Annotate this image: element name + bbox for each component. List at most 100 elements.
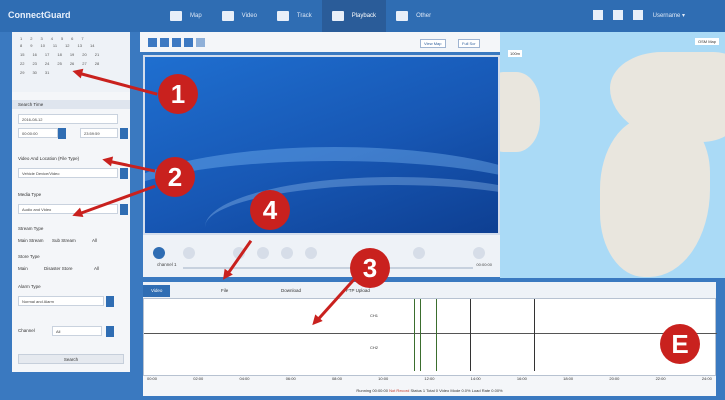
tab-download[interactable]: Download	[273, 285, 309, 297]
status-bar: Running 00:00:00 Not Record Status 1 Tot…	[143, 384, 716, 396]
nav-video[interactable]: Video	[212, 0, 267, 32]
timeline-ch2: CH2	[370, 345, 379, 350]
layout-16-icon[interactable]	[184, 38, 193, 47]
recording-timeline[interactable]: CH1 CH2	[143, 298, 717, 376]
axis-tick: 04:00	[239, 376, 250, 381]
start-time-field[interactable]: 00:00:00	[18, 128, 58, 138]
layout-4-icon[interactable]	[160, 38, 169, 47]
player-controls: channel 1 00:00:00	[143, 235, 500, 277]
store-opt-all[interactable]: All	[94, 266, 99, 271]
video-icon	[221, 11, 234, 21]
callout-3: 3	[350, 248, 390, 288]
store-opt-disaster[interactable]: Disaster Store	[44, 266, 73, 271]
stream-opt-sub[interactable]: Sub Stream	[52, 238, 76, 243]
store-type-label: Store Type	[18, 254, 40, 259]
user-icon	[632, 10, 643, 20]
alarm-type-select[interactable]: Normal and Alarm	[18, 296, 104, 306]
nav-other-label: Other	[416, 13, 432, 19]
video-toolbar: View Map Full Scr	[140, 32, 500, 52]
axis-tick: 16:00	[516, 376, 527, 381]
full-screen-button[interactable]: Full Scr	[458, 39, 480, 48]
play-icon[interactable]	[153, 247, 165, 259]
fast-icon[interactable]	[281, 247, 293, 259]
media-dropdown-button[interactable]	[120, 204, 128, 215]
store-opt-main[interactable]: Main	[18, 266, 28, 271]
end-time-field[interactable]: 23:59:59	[80, 128, 118, 138]
main-nav: Map Video Track Playback Other	[160, 0, 441, 32]
layout-more-icon[interactable]	[196, 38, 205, 47]
nav-map-label: Map	[190, 13, 202, 19]
app-brand: ConnectGuard	[8, 10, 71, 20]
map-type-dropdown[interactable]: OSM Map	[694, 38, 719, 45]
layout-1-icon[interactable]	[148, 38, 157, 47]
status-record: Not Record	[389, 388, 410, 393]
stream-opt-all[interactable]: All	[92, 238, 97, 243]
axis-tick: 18:00	[563, 376, 574, 381]
nav-playback-label: Playback	[351, 13, 377, 19]
search-time-header: Search Time	[12, 100, 130, 109]
user-menu[interactable]: Username ▾	[653, 12, 685, 19]
stream-type-label: Stream Type	[18, 226, 44, 231]
channel-field[interactable]: All	[52, 326, 102, 336]
end-time-spinner[interactable]	[120, 128, 128, 139]
fullscreen-icon[interactable]	[473, 247, 485, 259]
settings-icon[interactable]	[612, 10, 623, 20]
callout-4: 4	[250, 190, 290, 230]
progress-bar[interactable]	[183, 267, 473, 269]
top-navigation-bar: ConnectGuard Map Video Track Playback Ot…	[0, 0, 725, 32]
nav-playback[interactable]: Playback	[321, 0, 387, 32]
axis-tick: 00:00	[147, 376, 158, 381]
axis-tick: 24:00	[701, 376, 712, 381]
date-field[interactable]: 2016-08-12	[18, 114, 118, 124]
status-total: Status 1 Total 0	[410, 388, 440, 393]
axis-tick: 10:00	[378, 376, 389, 381]
slow-icon[interactable]	[257, 247, 269, 259]
timeline-ch1: CH1	[370, 313, 379, 318]
frame-icon[interactable]	[305, 247, 317, 259]
time-indicator: 00:00:00	[476, 262, 492, 267]
start-time-spinner[interactable]	[58, 128, 66, 139]
volume-icon[interactable]	[413, 247, 425, 259]
nav-track-label: Track	[296, 13, 312, 19]
layout-9-icon[interactable]	[172, 38, 181, 47]
nav-map[interactable]: Map	[160, 0, 212, 32]
location-dropdown-button[interactable]	[120, 168, 128, 179]
search-button[interactable]: Search	[18, 354, 124, 364]
stream-opt-main[interactable]: Main Stream	[18, 238, 44, 243]
status-rates: Video Mode 0.0% Load Rate 0.00%	[439, 388, 503, 393]
view-map-button[interactable]: View Map	[420, 39, 446, 48]
playback-icon	[331, 11, 344, 21]
channel-dropdown-button[interactable]	[106, 326, 114, 337]
tab-file[interactable]: File	[213, 285, 236, 297]
callout-e: E	[660, 324, 700, 364]
callout-2: 2	[155, 157, 195, 197]
stop-icon[interactable]	[183, 247, 195, 259]
axis-tick: 12:00	[424, 376, 435, 381]
location-label: Video And Location (File Type)	[18, 156, 80, 161]
map-view[interactable]: 100m OSM Map	[500, 32, 725, 278]
status-running: Running 00:00:00	[356, 388, 388, 393]
nav-other[interactable]: Other	[386, 0, 441, 32]
app-window: ConnectGuard Map Video Track Playback Ot…	[0, 0, 725, 400]
alarm-type-label: Alarm Type	[18, 284, 41, 289]
track-icon	[276, 11, 289, 21]
alarm-dropdown-button[interactable]	[106, 296, 114, 307]
video-player[interactable]	[143, 55, 500, 235]
nav-track[interactable]: Track	[267, 0, 322, 32]
media-type-label: Media Type	[18, 192, 42, 197]
shirt-icon[interactable]	[592, 10, 603, 20]
top-right-tools: Username ▾	[592, 10, 685, 20]
axis-tick: 14:00	[470, 376, 481, 381]
map-scale-tag: 100m	[508, 50, 523, 57]
axis-tick: 08:00	[331, 376, 342, 381]
location-select[interactable]: Vehicle Device/Video	[18, 168, 118, 178]
map-icon	[170, 11, 182, 21]
callout-1: 1	[158, 74, 198, 114]
tab-video[interactable]: Video	[143, 285, 171, 297]
axis-tick: 22:00	[655, 376, 666, 381]
axis-tick: 20:00	[609, 376, 620, 381]
channel-indicator: channel 1	[157, 262, 177, 267]
bottom-tabs: Video File Download FTP Upload	[143, 282, 716, 298]
axis-tick: 06:00	[285, 376, 296, 381]
timeline-axis: 00:00 02:00 04:00 06:00 08:00 10:00 12:0…	[143, 376, 716, 384]
